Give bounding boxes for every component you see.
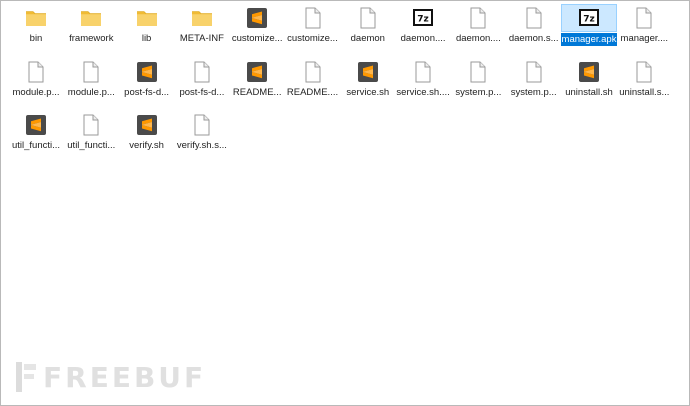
file-name-label: system.p...	[455, 86, 502, 98]
document-icon	[340, 4, 396, 32]
freebuf-watermark: FREEBUF	[15, 357, 225, 397]
file-item[interactable]: customize...	[285, 4, 341, 56]
file-name-label: daemon....	[400, 33, 446, 44]
watermark-text: FREEBUF	[43, 360, 207, 394]
file-name-label: service.sh	[346, 86, 390, 98]
document-icon	[8, 58, 64, 86]
file-item[interactable]: post-fs-d...	[174, 58, 230, 110]
document-icon	[285, 4, 341, 32]
folder-icon	[174, 4, 230, 32]
document-icon	[285, 58, 341, 86]
7z-icon: 7z	[561, 4, 617, 32]
document-icon	[395, 58, 451, 86]
document-icon	[506, 4, 562, 32]
file-name-label: service.sh....	[396, 86, 450, 98]
file-name-label: daemon	[350, 33, 385, 44]
file-item[interactable]: daemon.s...	[506, 4, 562, 56]
file-name-label: daemon....	[455, 33, 501, 44]
file-item[interactable]: service.sh....	[395, 58, 451, 110]
file-name-label: daemon.s...	[508, 33, 559, 44]
svg-text:7z: 7z	[417, 15, 429, 25]
file-item[interactable]: lib	[119, 4, 175, 56]
file-item[interactable]: util_functi...	[63, 111, 119, 163]
file-item[interactable]: 7z daemon....	[395, 4, 451, 56]
file-name-label: README...	[232, 86, 282, 98]
file-name-label: uninstall.sh	[565, 86, 613, 98]
sublime-icon	[229, 58, 285, 86]
file-explorer-window: bin framework lib META-INF customize... custo…	[0, 0, 690, 406]
file-item[interactable]: verify.sh.s...	[174, 111, 230, 163]
sublime-icon	[561, 58, 617, 86]
file-name-label: customize...	[231, 33, 283, 44]
file-item[interactable]: daemon	[340, 4, 396, 56]
7z-icon: 7z	[395, 4, 451, 32]
file-item[interactable]: README....	[285, 58, 341, 110]
sublime-icon	[229, 4, 285, 32]
file-name-label: system.p...	[510, 86, 557, 98]
document-icon	[506, 58, 562, 86]
svg-text:7z: 7z	[583, 15, 595, 25]
file-name-label: util_functi...	[11, 140, 61, 151]
file-item[interactable]: framework	[63, 4, 119, 56]
document-icon	[63, 58, 119, 86]
file-item[interactable]: bin	[8, 4, 64, 56]
file-name-label: bin	[29, 33, 43, 44]
file-name-label: util_functi...	[67, 140, 116, 151]
file-item[interactable]: uninstall.s...	[616, 58, 672, 110]
file-item[interactable]: system.p...	[450, 58, 506, 110]
file-name-label: customize...	[287, 33, 338, 44]
file-item[interactable]: daemon....	[450, 4, 506, 56]
file-item[interactable]: 7z manager.apk	[561, 4, 617, 58]
file-item[interactable]: README...	[229, 58, 285, 110]
file-item[interactable]: util_functi...	[8, 111, 64, 163]
folder-icon	[8, 4, 64, 32]
file-item[interactable]: uninstall.sh	[561, 58, 617, 110]
folder-icon	[63, 4, 119, 32]
file-name-label: manager.apk	[561, 33, 617, 46]
sublime-icon	[340, 58, 396, 86]
file-item[interactable]: module.p...	[63, 58, 119, 110]
file-name-label: post-fs-d...	[179, 86, 225, 98]
file-name-label: verify.sh	[129, 140, 164, 151]
sublime-icon	[8, 111, 64, 139]
file-item[interactable]: service.sh	[340, 58, 396, 110]
file-item[interactable]: post-fs-d...	[119, 58, 175, 110]
file-name-label: lib	[141, 33, 152, 44]
file-name-label: post-fs-d...	[124, 86, 170, 98]
document-icon	[174, 58, 230, 86]
file-grid: bin framework lib META-INF customize... custo…	[1, 1, 689, 405]
file-item[interactable]: system.p...	[506, 58, 562, 110]
file-name-label: module.p...	[67, 86, 115, 98]
file-name-label: uninstall.s...	[619, 86, 670, 98]
document-icon	[616, 4, 672, 32]
document-icon	[450, 4, 506, 32]
file-item[interactable]: module.p...	[8, 58, 64, 110]
file-item[interactable]: customize...	[229, 4, 285, 56]
sublime-icon	[119, 111, 175, 139]
file-item[interactable]: META-INF	[174, 4, 230, 56]
file-name-label: README....	[286, 86, 339, 98]
file-name-label: module.p...	[12, 86, 60, 98]
document-icon	[174, 111, 230, 139]
file-name-label: framework	[69, 33, 114, 44]
file-name-label: verify.sh.s...	[176, 140, 227, 151]
file-name-label: META-INF	[179, 33, 224, 44]
file-item[interactable]: manager....	[616, 4, 672, 56]
document-icon	[450, 58, 506, 86]
document-icon	[616, 58, 672, 86]
document-icon	[63, 111, 119, 139]
file-name-label: manager....	[620, 33, 669, 44]
folder-icon	[119, 4, 175, 32]
file-item[interactable]: verify.sh	[119, 111, 175, 163]
sublime-icon	[119, 58, 175, 86]
freebuf-logo-icon	[15, 362, 37, 392]
